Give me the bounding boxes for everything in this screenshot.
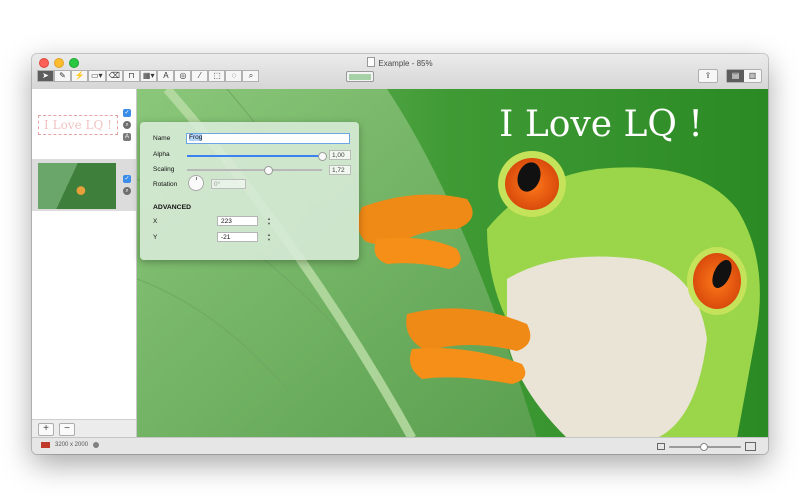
layer-badges: ✓ ⌕ [123,175,131,195]
layer-badges: ✓ ⌕ A [123,109,131,141]
zoom-control [657,442,756,451]
alpha-slider-fill [187,155,322,157]
x-stepper[interactable]: ▲ ▼ [266,216,272,226]
y-stepper[interactable]: ▲ ▼ [266,232,272,242]
document-icon [367,57,376,67]
pencil-tool[interactable]: ✎ [54,69,71,82]
rotation-field[interactable]: 0° [211,179,246,189]
text-tool[interactable]: A [157,69,175,82]
visibility-checkbox[interactable]: ✓ [123,109,131,117]
image-icon [41,442,50,448]
zoom-in-icon[interactable] [745,442,756,451]
zoom-out-icon[interactable] [657,443,665,450]
layer-row-text[interactable]: I Love LQ ! ✓ ⌕ A [32,107,136,143]
app-window: Example - 85% ➤ ✎ ⚡ ▭▾ ⌫ ⊓ ▦▾ A ◎ ⁄ ⬚ ◌ … [32,54,768,454]
rotation-label: Rotation [153,181,178,188]
status-bar: 3200 x 2000 [32,437,768,454]
panel-toggle-group: ▤ ▥ [726,69,762,83]
gradient-tool[interactable]: ▦▾ [139,69,158,82]
scaling-value[interactable]: 1,72 [329,165,351,175]
inspector-panel: Name Frog Alpha 1,00 Scaling 1,72 Rotati… [140,122,359,260]
overlay-text[interactable]: I Love LQ ! [499,104,703,145]
zoom-slider[interactable] [669,442,741,451]
tool-strip: ➤ ✎ ⚡ ▭▾ ⌫ ⊓ ▦▾ A ◎ ⁄ ⬚ ◌ ⌕ [37,69,260,82]
color-swatch [349,73,371,80]
left-pane-toggle[interactable]: ▤ [727,70,744,82]
sidebar-footer: + − [32,419,136,438]
magnify-icon[interactable]: ⌕ [123,187,131,195]
y-field[interactable]: -21 [217,232,258,242]
blur-tool[interactable]: ◎ [174,69,192,82]
text-layer-thumbnail: I Love LQ ! [38,115,118,135]
title-bar: Example - 85% ➤ ✎ ⚡ ▭▾ ⌫ ⊓ ▦▾ A ◎ ⁄ ⬚ ◌ … [32,54,768,90]
name-field[interactable]: Frog [186,133,350,144]
layers-sidebar: I Love LQ ! ✓ ⌕ A ✓ ⌕ + − [32,89,137,438]
alpha-label: Alpha [153,151,170,158]
y-step-down-icon[interactable]: ▼ [266,237,272,242]
zoom-tool[interactable]: ⌕ [242,69,260,82]
lasso-tool[interactable]: ◌ [225,69,243,82]
status-info: 3200 x 2000 [41,442,100,448]
zoom-slider-knob[interactable] [699,442,708,451]
remove-layer-button[interactable]: − [59,423,75,436]
x-label: X [153,218,158,225]
add-layer-button[interactable]: + [38,423,54,436]
alpha-slider-knob[interactable] [318,152,327,161]
layer-row-image[interactable]: ✓ ⌕ [32,159,136,211]
x-field[interactable]: 223 [217,216,258,226]
stamp-tool[interactable]: ⊓ [122,69,140,82]
rotation-dial[interactable] [188,175,204,191]
image-layer-thumbnail [38,163,116,209]
magnify-icon[interactable]: ⌕ [123,121,131,129]
eraser-tool[interactable]: ⌫ [105,69,123,82]
x-step-down-icon[interactable]: ▼ [266,221,272,226]
rotation-dial-tick [195,177,197,180]
brush-tool[interactable]: ⚡ [71,69,88,82]
marquee-tool[interactable]: ⬚ [208,69,226,82]
right-toolbar: ⇪ ▤ ▥ [698,69,762,83]
shape-tool[interactable]: ▭▾ [88,69,106,82]
y-label: Y [153,234,158,241]
image-dimensions: 3200 x 2000 [55,442,89,448]
visibility-checkbox[interactable]: ✓ [123,175,131,183]
scaling-slider-knob[interactable] [264,166,273,175]
scaling-slider[interactable] [187,166,322,175]
right-pane-toggle[interactable]: ▥ [744,70,761,82]
name-label: Name [153,135,171,142]
eyedropper-tool[interactable]: ⁄ [191,69,209,82]
advanced-heading: ADVANCED [153,204,192,211]
scaling-label: Scaling [153,166,175,173]
alpha-slider[interactable] [187,152,327,161]
alpha-value[interactable]: 1,00 [329,150,351,160]
window-title: Example - 85% [32,57,768,68]
share-button[interactable]: ⇪ [698,69,718,83]
select-tool[interactable]: ➤ [37,69,54,82]
gear-icon[interactable] [93,442,100,448]
font-icon[interactable]: A [123,133,131,141]
color-well-button[interactable] [346,71,374,82]
